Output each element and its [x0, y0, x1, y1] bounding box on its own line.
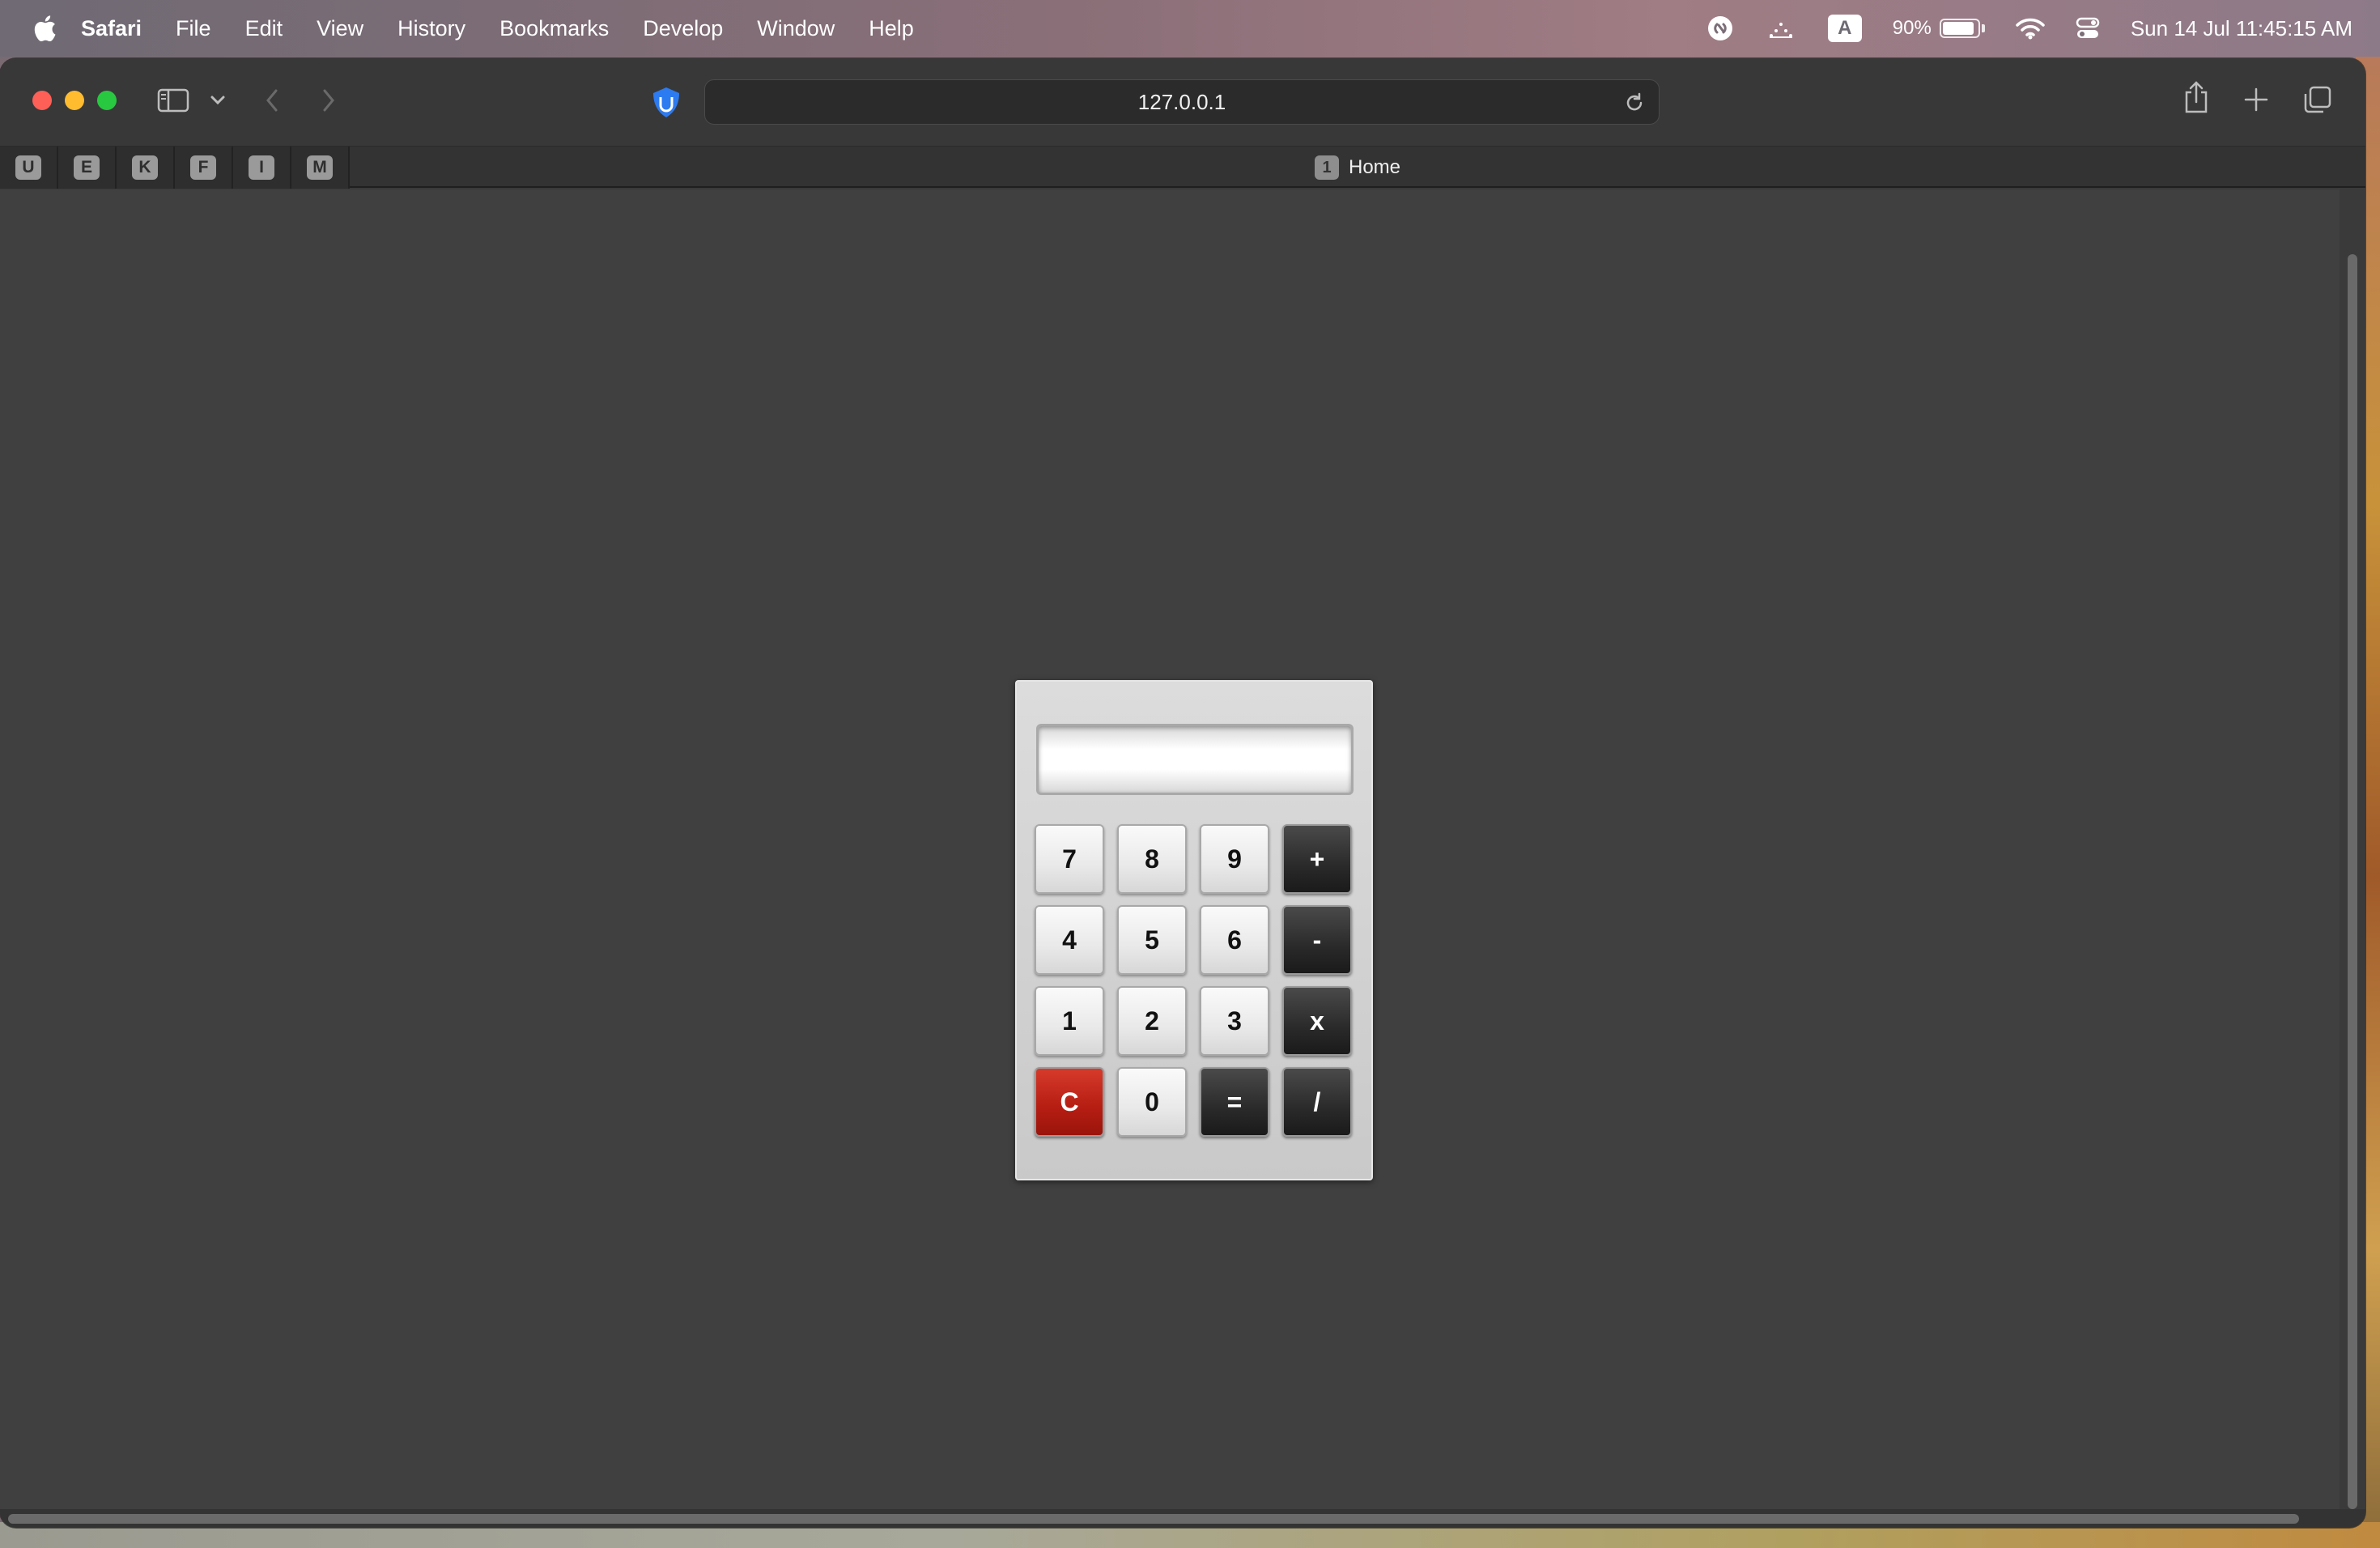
menu-develop[interactable]: Develop — [643, 16, 723, 41]
close-window-button[interactable] — [32, 91, 52, 110]
shazam-icon[interactable] — [1706, 15, 1734, 42]
tab-home[interactable]: 1 Home — [1315, 147, 1400, 189]
tab-title: Home — [1349, 156, 1401, 178]
sidebar-toggle-icon[interactable] — [157, 87, 189, 113]
safari-window: 127.0.0.1 U E K F I M 1 Home 7 8 9 + 4 5… — [0, 58, 2365, 1528]
key-7[interactable]: 7 — [1035, 824, 1104, 894]
menu-window[interactable]: Window — [757, 16, 835, 41]
menu-help[interactable]: Help — [869, 16, 914, 41]
menu-view[interactable]: View — [317, 16, 363, 41]
key-6[interactable]: 6 — [1200, 905, 1269, 975]
battery-percent: 90% — [1892, 17, 1932, 39]
favorite-label: F — [190, 155, 216, 180]
calculator: 7 8 9 + 4 5 6 - 1 2 3 x C 0 = / — [1015, 680, 1373, 1180]
key-clear[interactable]: C — [1035, 1067, 1104, 1137]
key-5[interactable]: 5 — [1117, 905, 1187, 975]
key-add[interactable]: + — [1282, 824, 1352, 894]
vertical-scroll-thumb[interactable] — [2348, 254, 2357, 1509]
key-equals[interactable]: = — [1200, 1067, 1269, 1137]
wifi-icon[interactable] — [2016, 17, 2045, 40]
display-brightness-icon[interactable] — [1765, 16, 1797, 40]
key-9[interactable]: 9 — [1200, 824, 1269, 894]
control-center-icon[interactable] — [2076, 16, 2100, 40]
menu-history[interactable]: History — [397, 16, 465, 41]
key-0[interactable]: 0 — [1117, 1067, 1187, 1137]
back-icon[interactable] — [262, 86, 282, 115]
favorite-u[interactable]: U — [0, 147, 58, 189]
key-4[interactable]: 4 — [1035, 905, 1104, 975]
horizontal-scroll-thumb[interactable] — [8, 1514, 2299, 1524]
apple-logo-icon[interactable] — [32, 15, 57, 42]
share-icon[interactable] — [2182, 79, 2210, 115]
favorite-label: U — [15, 155, 41, 180]
calculator-display — [1036, 724, 1354, 795]
tab-bar: U E K F I M 1 Home — [0, 146, 2365, 189]
menu-edit[interactable]: Edit — [245, 16, 283, 41]
favorite-k[interactable]: K — [117, 147, 175, 189]
status-area: A 90% Sun 14 Jul 11:45:15 AM — [1676, 0, 2352, 57]
key-subtract[interactable]: - — [1282, 905, 1352, 975]
zoom-window-button[interactable] — [97, 91, 117, 110]
input-source-icon[interactable]: A — [1827, 15, 1862, 42]
key-8[interactable]: 8 — [1117, 824, 1187, 894]
tab-overview-icon[interactable] — [2302, 84, 2333, 115]
battery-icon — [1939, 19, 1980, 38]
browser-toolbar: 127.0.0.1 — [0, 58, 2365, 146]
minimize-window-button[interactable] — [65, 91, 84, 110]
menu-bar: Safari File Edit View History Bookmarks … — [0, 0, 2380, 57]
key-divide[interactable]: / — [1282, 1067, 1352, 1137]
favorite-i[interactable]: I — [233, 147, 291, 189]
menu-file[interactable]: File — [176, 16, 211, 41]
privacy-shield-icon[interactable] — [649, 86, 683, 120]
battery-indicator[interactable]: 90% — [1893, 17, 1985, 40]
clock[interactable]: Sun 14 Jul 11:45:15 AM — [2131, 16, 2352, 41]
key-2[interactable]: 2 — [1117, 986, 1187, 1056]
favorite-f[interactable]: F — [175, 147, 233, 189]
horizontal-scrollbar[interactable] — [0, 1509, 2365, 1528]
forward-icon[interactable] — [319, 86, 338, 115]
vertical-scrollbar[interactable] — [2340, 189, 2365, 1509]
menu-app-safari[interactable]: Safari — [81, 16, 142, 41]
chevron-down-icon[interactable] — [209, 94, 227, 107]
new-tab-icon[interactable] — [2242, 86, 2270, 113]
tab-index-badge: 1 — [1315, 155, 1339, 180]
key-3[interactable]: 3 — [1200, 986, 1269, 1056]
key-multiply[interactable]: x — [1282, 986, 1352, 1056]
favorite-e[interactable]: E — [58, 147, 117, 189]
reload-icon[interactable] — [1623, 91, 1646, 114]
url-text: 127.0.0.1 — [1137, 89, 1226, 114]
favorite-label: E — [74, 155, 100, 180]
key-1[interactable]: 1 — [1035, 986, 1104, 1056]
favorite-m[interactable]: M — [291, 147, 350, 189]
address-bar[interactable]: 127.0.0.1 — [704, 79, 1660, 125]
favorite-label: K — [132, 155, 158, 180]
menu-bookmarks[interactable]: Bookmarks — [499, 16, 609, 41]
page-content: 7 8 9 + 4 5 6 - 1 2 3 x C 0 = / — [0, 189, 2340, 1509]
favorite-label: M — [307, 155, 333, 180]
favorite-label: I — [249, 155, 274, 180]
